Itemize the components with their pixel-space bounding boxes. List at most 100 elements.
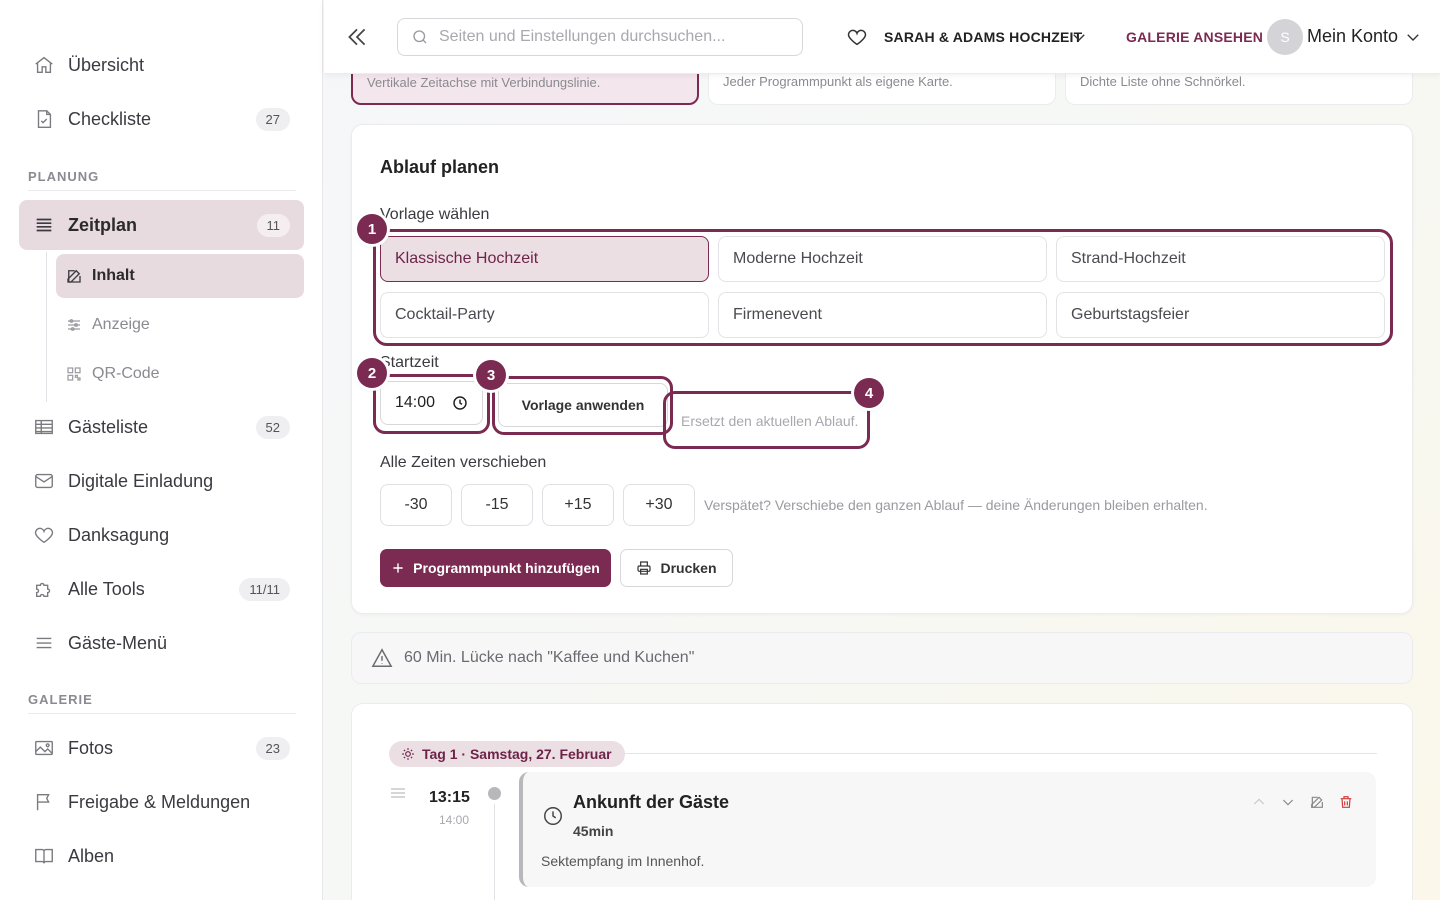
sidebar-item-label: Übersicht [68,54,145,75]
shift-minus-15-button[interactable]: -15 [461,484,533,526]
search-icon [411,28,429,46]
step-badge: 4 [854,378,884,408]
event-duration: 45min [573,823,614,839]
template-option[interactable]: Klassische Hochzeit [380,236,709,282]
event-time: 13:15 [429,789,470,806]
layout-option-text: Dichte Liste ohne Schnörkel. [1080,74,1246,89]
chevron-down-icon[interactable] [1404,28,1422,46]
day-label: Tag 1 · Samstag, 27. Februar [389,741,625,767]
printer-icon [636,560,652,576]
timeline-card: Tag 1 · Samstag, 27. Februar 13:15 14:00… [351,703,1413,900]
sidebar-item-digitale-einladung[interactable]: Digitale Einladung [19,456,304,506]
sidebar-item-alle-tools[interactable]: Alle Tools 11/11 [19,564,304,614]
chevron-down-icon[interactable] [1070,28,1088,46]
template-option-label: Cocktail-Party [395,306,495,323]
template-option[interactable]: Strand-Hochzeit [1056,236,1385,282]
warning-icon [371,647,393,669]
sidebar-item-gaeste-menue[interactable]: Gäste-Menü [19,618,304,668]
section-label-planung: PLANUNG [28,169,100,184]
add-program-item-label: Programmpunkt hinzufügen [413,560,600,576]
collapse-sidebar-icon[interactable] [344,24,370,50]
planner-card: Ablauf planen Vorlage wählen Klassische … [351,124,1413,614]
submenu-line [46,252,47,402]
day-label-text: Tag 1 · Samstag, 27. Februar [422,746,612,762]
event-description: Sektempfang im Innenhof. [541,853,705,869]
sidebar-item-freigabe[interactable]: Freigabe & Meldungen [19,777,304,827]
section-label-galerie: GALERIE [28,692,93,707]
sidebar-item-danksagung[interactable]: Danksagung [19,510,304,560]
divider [28,190,296,191]
event-selector[interactable]: SARAH & ADAMS HOCHZEIT [884,29,1082,45]
sidebar-item-gaesteliste[interactable]: Gästeliste 52 [19,402,304,452]
sidebar-item-label: Fotos [68,737,114,758]
sidebar-item-label: Digitale Einladung [68,470,214,491]
apply-template-button[interactable]: Vorlage anwenden [498,383,668,427]
divider [625,753,1377,754]
timeline-dot [488,787,501,800]
print-button[interactable]: Drucken [620,549,733,587]
search-input[interactable] [439,28,789,46]
account-menu[interactable]: Mein Konto [1307,26,1398,47]
template-option[interactable]: Cocktail-Party [380,292,709,338]
divider [28,713,296,714]
apply-hint: Ersetzt den aktuellen Ablauf. [681,413,859,429]
count-badge: 27 [255,107,290,131]
chevron-up-icon[interactable] [1251,794,1267,810]
search-field[interactable] [397,18,803,56]
shift-plus-15-button[interactable]: +15 [542,484,614,526]
sidebar-subitem-label: QR-Code [92,365,160,382]
sidebar-subitem-anzeige[interactable]: Anzeige [56,303,304,347]
sidebar-subitem-qr-code[interactable]: QR-Code [56,352,304,396]
sidebar-item-fotos[interactable]: Fotos 23 [19,723,304,773]
sidebar-item-zeitplan[interactable]: Zeitplan 11 [19,200,304,250]
avatar[interactable]: S [1267,19,1303,55]
flag-icon [32,790,56,814]
heart-icon[interactable] [840,20,874,54]
event-original-time: 14:00 [439,813,470,827]
template-label: Vorlage wählen [380,206,490,223]
gap-warning-text: 60 Min. Lücke nach "Kaffee und Kuchen" [404,649,695,666]
sidebar-subitem-label: Inhalt [92,267,135,284]
edit-icon[interactable] [1309,794,1325,810]
sidebar-item-checkliste[interactable]: Checkliste 27 [19,94,304,144]
count-badge: 11 [256,213,290,237]
template-option[interactable]: Firmenevent [718,292,1047,338]
event-card[interactable]: Ankunft der Gäste 45min Sektempfang im I… [519,772,1376,887]
qr-code-icon [64,364,84,384]
document-check-icon [32,107,56,131]
sidebar-item-label: Zeitplan [68,214,138,235]
event-actions [1251,794,1354,810]
count-badge: 23 [255,736,290,760]
plus-icon [391,561,405,575]
start-time-label: Startzeit [380,354,439,371]
shift-label: Alle Zeiten verschieben [380,454,547,471]
menu-icon [32,631,56,655]
edit-icon [64,266,84,286]
sidebar-item-label: Alben [68,845,115,866]
add-program-item-button[interactable]: Programmpunkt hinzufügen [380,549,611,587]
event-title: Ankunft der Gäste [573,792,730,812]
sidebar-subitem-label: Anzeige [92,316,150,333]
clock-icon [542,805,564,827]
template-option-label: Geburtstagsfeier [1071,306,1190,323]
count-badge: 11/11 [239,577,290,601]
step-badge: 3 [476,360,506,390]
trash-icon[interactable] [1338,794,1354,810]
list-icon [32,213,56,237]
sidebar-item-alben[interactable]: Alben [19,831,304,881]
clock-icon [452,395,468,411]
shift-plus-30-button[interactable]: +30 [623,484,695,526]
timeline-line [494,804,495,900]
chevron-down-icon[interactable] [1280,794,1296,810]
start-time-input[interactable]: 14:00 [380,381,483,425]
template-option[interactable]: Geburtstagsfeier [1056,292,1385,338]
gap-warning: 60 Min. Lücke nach "Kaffee und Kuchen" [351,632,1413,684]
shift-minus-30-button[interactable]: -30 [380,484,452,526]
top-bar: SARAH & ADAMS HOCHZEIT GALERIE ANSEHEN S… [324,0,1440,74]
gallery-link[interactable]: GALERIE ANSEHEN [1126,29,1263,45]
sidebar-subitem-inhalt[interactable]: Inhalt [56,254,304,298]
template-option[interactable]: Moderne Hochzeit [718,236,1047,282]
sliders-icon [64,315,84,335]
sidebar-item-uebersicht[interactable]: Übersicht [19,40,304,90]
drag-handle-icon[interactable] [390,786,406,800]
